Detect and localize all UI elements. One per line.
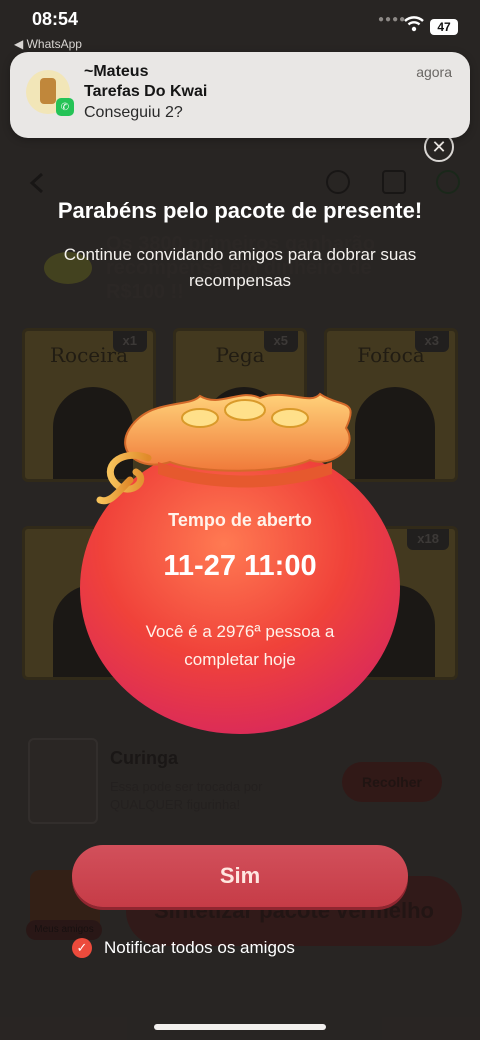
status-bar: 08:54 ◀ WhatsApp ●●●● 47	[0, 0, 480, 51]
checkmark-icon[interactable]: ✓	[72, 938, 92, 958]
rank-text: Você é a 2976ª pessoa a completar hoje	[145, 622, 335, 669]
close-icon: ✕	[431, 136, 447, 157]
open-time-value: 11-27 11:00	[163, 550, 317, 582]
open-time-label: Tempo de aberto	[168, 510, 312, 530]
whatsapp-notification[interactable]: ✆ ~Mateus Tarefas Do Kwai Conseguiu 2? a…	[10, 52, 470, 138]
signal-icon: ●●●●	[378, 14, 407, 25]
modal-subtitle: Continue convidando amigos para dobrar s…	[63, 245, 417, 290]
status-time: 08:54	[32, 9, 79, 29]
confirm-button[interactable]: Sim	[72, 845, 408, 907]
home-indicator[interactable]	[154, 1024, 326, 1030]
battery-icon: 47	[430, 19, 458, 35]
back-to-app-link[interactable]: ◀ WhatsApp	[14, 37, 82, 51]
notification-time: agora	[416, 64, 452, 80]
notify-friends-toggle[interactable]: ✓ Notificar todos os amigos	[72, 938, 295, 958]
avatar-figure	[40, 78, 56, 104]
wifi-icon	[404, 16, 424, 32]
notify-friends-label: Notificar todos os amigos	[104, 938, 295, 957]
notification-message: Conseguiu 2?	[84, 104, 183, 121]
whatsapp-icon: ✆	[56, 98, 74, 116]
modal-title: Parabéns pelo pacote de presente!	[57, 198, 423, 223]
notification-group: Tarefas Do Kwai	[84, 83, 208, 100]
notification-sender: ~Mateus	[84, 63, 149, 80]
